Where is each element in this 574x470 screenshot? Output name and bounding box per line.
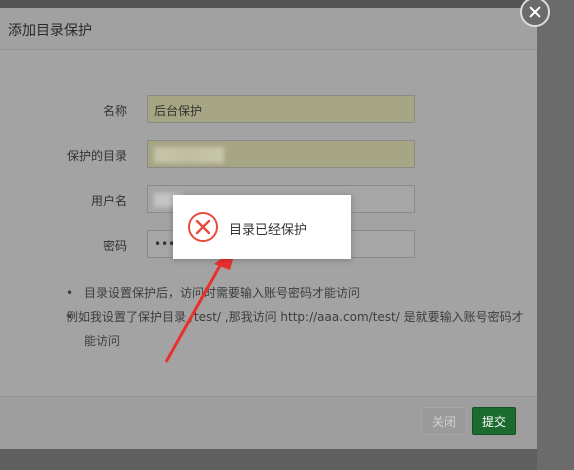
note-item-1: 目录设置保护后，访问时需要输入账号密码才能访问	[66, 281, 526, 305]
backdrop-right	[537, 0, 574, 470]
blurred-directory-value	[154, 147, 224, 163]
name-label: 名称	[102, 104, 127, 118]
submit-button[interactable]: 提交	[472, 407, 516, 435]
username-label: 用户名	[90, 194, 127, 208]
error-circle-icon	[188, 212, 218, 242]
field-row-directory: 保护的目录	[0, 140, 537, 170]
help-notes: 目录设置保护后，访问时需要输入账号密码才能访问 例如我设置了保护目录 /test…	[66, 281, 526, 353]
note-item-2: 例如我设置了保护目录 /test/ ,那我访问 http://aaa.com/t…	[66, 305, 526, 353]
note-item-2-text: 例如我设置了保护目录 /test/ ,那我访问 http://aaa.com/t…	[66, 310, 524, 348]
name-input[interactable]: 后台保护	[147, 95, 415, 123]
dialog-title: 添加目录保护	[8, 23, 92, 39]
toast-message: 目录已经保护	[173, 195, 351, 259]
password-label: 密码	[102, 239, 127, 253]
directory-input[interactable]	[147, 140, 415, 168]
toast-text: 目录已经保护	[229, 223, 308, 238]
close-button[interactable]: 关闭	[421, 407, 467, 435]
directory-label: 保护的目录	[66, 149, 127, 163]
field-row-name: 名称 后台保护	[0, 95, 537, 125]
dialog-header: 添加目录保护	[0, 8, 537, 50]
